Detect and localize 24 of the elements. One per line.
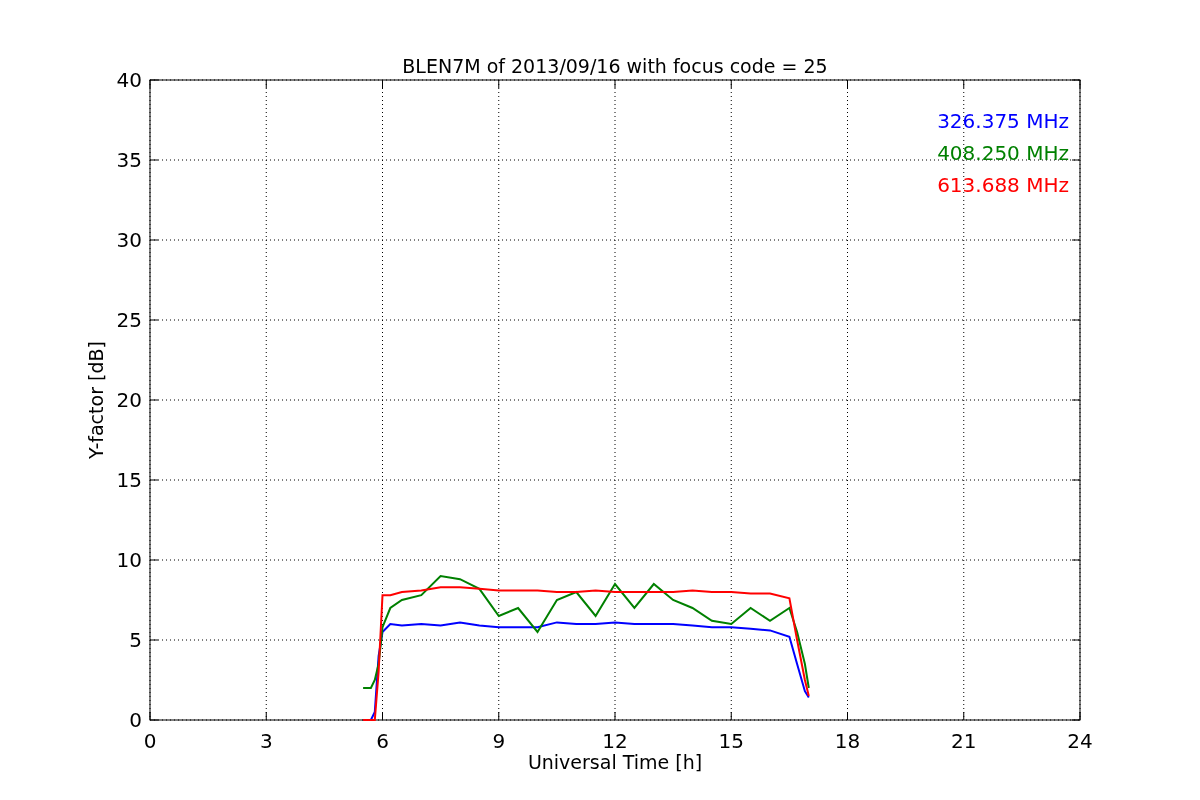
- x-tick-label: 3: [259, 729, 273, 753]
- x-tick-label: 18: [834, 729, 861, 753]
- x-axis-label: Universal Time [h]: [527, 751, 703, 773]
- x-tick-label: 15: [718, 729, 744, 753]
- x-tick-label: 12: [602, 729, 628, 753]
- x-tick-label: 9: [492, 729, 506, 753]
- x-tick-label: 6: [376, 729, 389, 753]
- legend-label: 613.688 MHz: [937, 173, 1069, 197]
- legend-label: 326.375 MHz: [937, 109, 1069, 133]
- y-tick-label: 30: [116, 228, 142, 252]
- legend-label: 408.250 MHz: [937, 141, 1069, 165]
- x-tick-label: 0: [143, 729, 157, 753]
- y-tick-label: 25: [116, 308, 142, 332]
- y-axis-label: Y-factor [dB]: [85, 341, 107, 459]
- y-tick-label: 15: [116, 468, 142, 492]
- x-tick-label: 21: [951, 729, 977, 753]
- y-tick-label: 10: [116, 548, 142, 572]
- y-tick-label: 20: [116, 388, 142, 412]
- y-tick-label: 5: [129, 628, 142, 652]
- x-tick-label: 24: [1067, 729, 1093, 753]
- y-tick-label: 35: [116, 148, 142, 172]
- chart-title: BLEN7M of 2013/09/16 with focus code = 25: [402, 55, 828, 77]
- y-tick-label: 40: [116, 68, 142, 92]
- y-tick-label: 0: [129, 708, 142, 732]
